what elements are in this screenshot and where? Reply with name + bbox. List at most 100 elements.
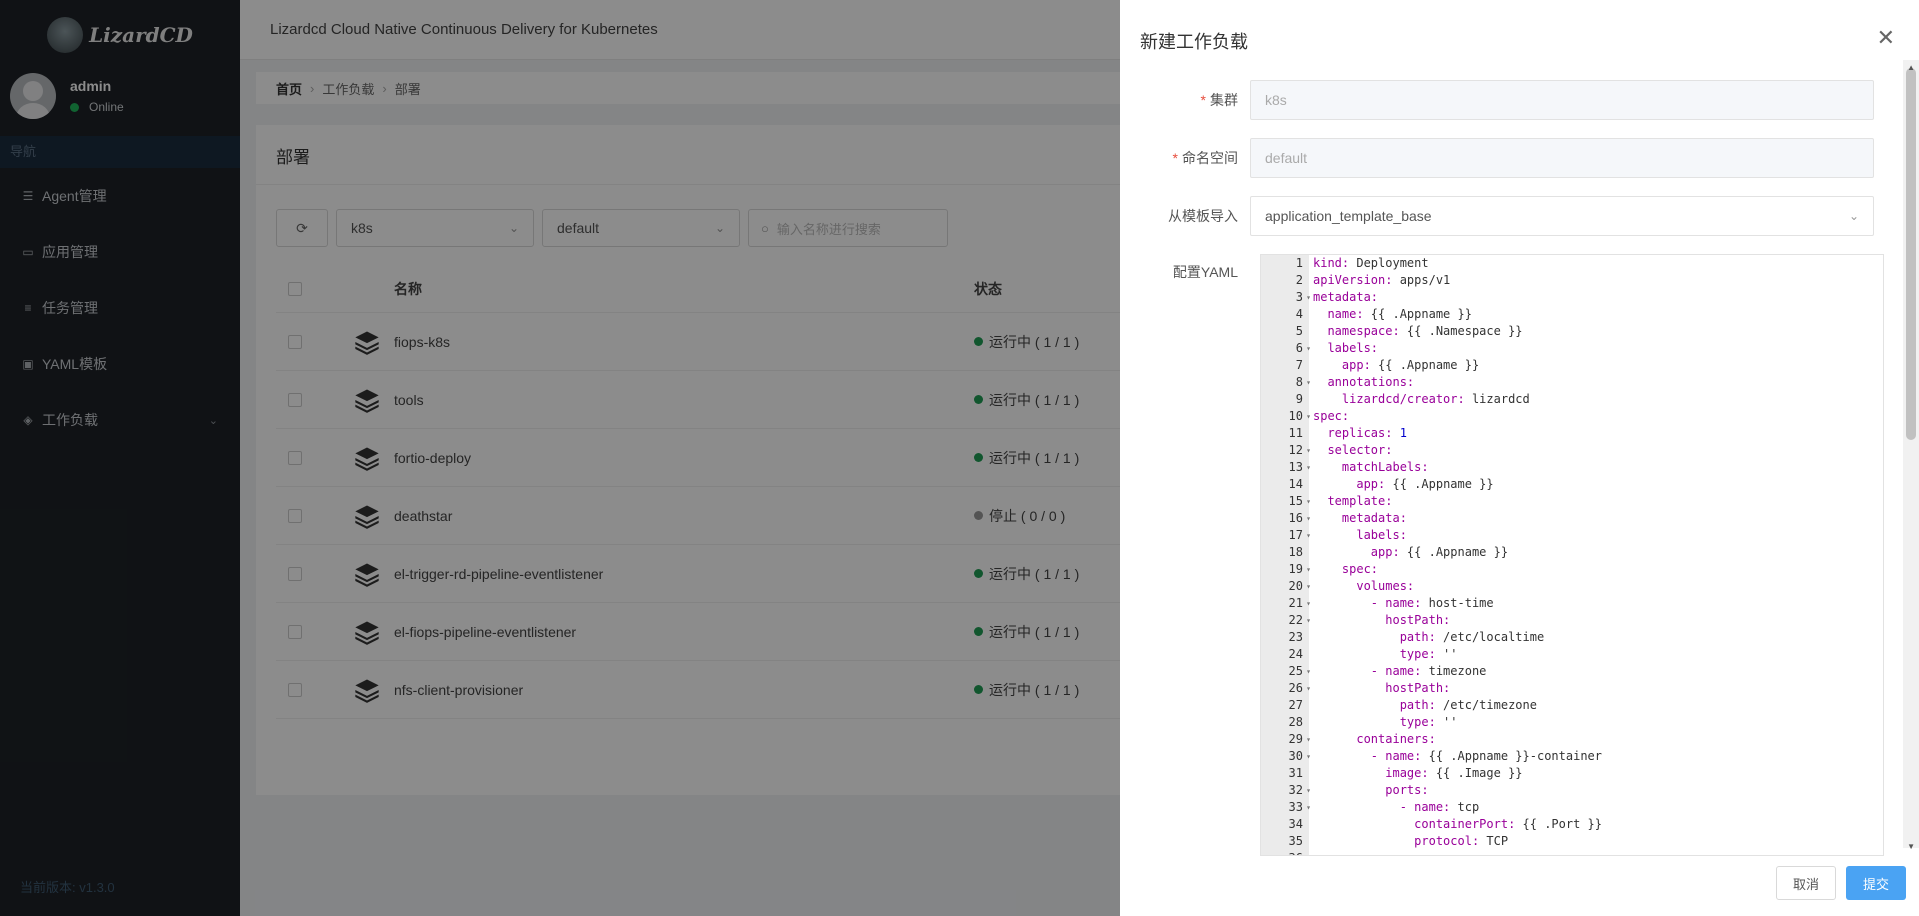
line-number: 34 bbox=[1288, 817, 1303, 831]
fold-arrow-icon[interactable]: ▾ bbox=[1306, 459, 1311, 476]
close-icon[interactable]: ✕ bbox=[1877, 27, 1895, 49]
code-text: labels: bbox=[1327, 341, 1379, 355]
line-number: 8 ▾ bbox=[1295, 374, 1311, 391]
fold-arrow-icon[interactable]: ▾ bbox=[1306, 663, 1311, 680]
code-text: path: /etc/localtime bbox=[1399, 630, 1545, 644]
modal-overlay[interactable] bbox=[0, 0, 1120, 916]
line-number: 10 ▾ bbox=[1288, 408, 1311, 425]
line-number: 28 bbox=[1288, 715, 1303, 729]
code-text: selector: bbox=[1327, 443, 1393, 457]
namespace-field-value: default bbox=[1265, 150, 1308, 166]
yaml-field-label: 配置YAML bbox=[1172, 264, 1238, 280]
line-number: 5 bbox=[1295, 324, 1303, 338]
fold-arrow-icon[interactable]: ▾ bbox=[1306, 374, 1311, 391]
code-text: resources: bbox=[1309, 850, 1457, 855]
line-number: 18 bbox=[1288, 545, 1303, 559]
code-text: image: {{ .Image }} bbox=[1385, 766, 1523, 780]
code-text: lizardcd/creator: lizardcd bbox=[1341, 392, 1530, 406]
line-number: 22 ▾ bbox=[1288, 612, 1311, 629]
fold-arrow-icon[interactable]: ▾ bbox=[1306, 510, 1311, 527]
cancel-button[interactable]: 取消 bbox=[1776, 866, 1836, 900]
fold-arrow-icon[interactable]: ▾ bbox=[1306, 289, 1311, 306]
line-number: 12 ▾ bbox=[1288, 442, 1311, 459]
submit-button[interactable]: 提交 bbox=[1846, 866, 1906, 900]
fold-arrow-icon[interactable]: ▾ bbox=[1306, 731, 1311, 748]
fold-arrow-icon[interactable]: ▾ bbox=[1306, 442, 1311, 459]
code-text: metadata: bbox=[1313, 290, 1379, 304]
code-text: protocol: TCP bbox=[1414, 834, 1509, 848]
editor-line: 32 ▾ ports: bbox=[1261, 782, 1883, 799]
line-number: 29 ▾ bbox=[1288, 731, 1311, 748]
code-text: ports: bbox=[1385, 783, 1429, 797]
code-text: - name: {{ .Appname }}-container bbox=[1370, 749, 1602, 763]
code-text: name: {{ .Appname }} bbox=[1327, 307, 1472, 321]
line-number: 23 bbox=[1288, 630, 1303, 644]
drawer-title: 新建工作负载 bbox=[1140, 32, 1248, 52]
fold-arrow-icon[interactable]: ▾ bbox=[1306, 799, 1311, 816]
line-number: 13 ▾ bbox=[1288, 459, 1311, 476]
editor-line: 29 ▾ containers: bbox=[1261, 731, 1883, 748]
code-text: labels: bbox=[1356, 528, 1407, 542]
editor-line: 36▾ resources: bbox=[1261, 850, 1883, 855]
cluster-field-label: * 集群 bbox=[1120, 90, 1250, 110]
line-number: 33 ▾ bbox=[1288, 799, 1311, 816]
fold-arrow-icon[interactable]: ▾ bbox=[1306, 578, 1311, 595]
fold-arrow-icon[interactable]: ▾ bbox=[1306, 408, 1311, 425]
editor-line: 22 ▾ hostPath: bbox=[1261, 612, 1883, 629]
editor-line: 24 type: '' bbox=[1261, 646, 1883, 663]
fold-arrow-icon[interactable]: ▾ bbox=[1306, 595, 1311, 612]
editor-line: 10 ▾ spec: bbox=[1261, 408, 1883, 425]
editor-line: 25 ▾ - name: timezone bbox=[1261, 663, 1883, 680]
cluster-field[interactable]: k8s bbox=[1250, 80, 1874, 120]
fold-arrow-icon[interactable]: ▾ bbox=[1306, 748, 1311, 765]
editor-line: 34 containerPort: {{ .Port }} bbox=[1261, 816, 1883, 833]
editor-line: 4 name: {{ .Appname }} bbox=[1261, 306, 1883, 323]
line-number: 20 ▾ bbox=[1288, 578, 1311, 595]
line-number: 35 bbox=[1288, 834, 1303, 848]
line-number: 16 ▾ bbox=[1288, 510, 1311, 527]
template-field-label: 从模板导入 bbox=[1168, 208, 1238, 224]
editor-line: 30 ▾ - name: {{ .Appname }}-container bbox=[1261, 748, 1883, 765]
editor-lines: 1 kind: Deployment 2 apiVersion: apps/v1 3 ▾ m… bbox=[1261, 255, 1883, 855]
code-text: app: {{ .Appname }} bbox=[1370, 545, 1509, 559]
editor-line: 31 image: {{ .Image }} bbox=[1261, 765, 1883, 782]
editor-line: 35 protocol: TCP bbox=[1261, 833, 1883, 850]
editor-line: 14 app: {{ .Appname }} bbox=[1261, 476, 1883, 493]
editor-line: 2 apiVersion: apps/v1 bbox=[1261, 272, 1883, 289]
cluster-field-row: * 集群 k8s bbox=[1120, 80, 1874, 120]
editor-line: 21 ▾ - name: host-time bbox=[1261, 595, 1883, 612]
line-number: 14 bbox=[1288, 477, 1303, 491]
line-number: 4 bbox=[1295, 307, 1303, 321]
code-text: metadata: bbox=[1341, 511, 1407, 525]
fold-arrow-icon[interactable]: ▾ bbox=[1306, 561, 1311, 578]
yaml-editor[interactable]: 1 kind: Deployment 2 apiVersion: apps/v1 3 ▾ m… bbox=[1260, 254, 1884, 856]
fold-arrow-icon[interactable]: ▾ bbox=[1306, 493, 1311, 510]
fold-arrow-icon[interactable]: ▾ bbox=[1306, 340, 1311, 357]
code-text: matchLabels: bbox=[1341, 460, 1429, 474]
namespace-field-row: * 命名空间 default bbox=[1120, 138, 1874, 178]
line-number: 1 bbox=[1295, 256, 1303, 270]
line-number: 36▾ bbox=[1261, 850, 1311, 855]
fold-arrow-icon[interactable]: ▾ bbox=[1306, 680, 1311, 697]
editor-line: 20 ▾ volumes: bbox=[1261, 578, 1883, 595]
code-text: hostPath: bbox=[1385, 681, 1451, 695]
fold-arrow-icon[interactable]: ▾ bbox=[1306, 527, 1311, 544]
editor-line: 9 lizardcd/creator: lizardcd bbox=[1261, 391, 1883, 408]
editor-line: 17 ▾ labels: bbox=[1261, 527, 1883, 544]
cluster-field-value: k8s bbox=[1265, 92, 1287, 108]
chevron-down-icon: ⌄ bbox=[1848, 209, 1859, 223]
template-select[interactable]: application_template_base ⌄ bbox=[1250, 196, 1874, 236]
editor-line: 28 type: '' bbox=[1261, 714, 1883, 731]
code-text: apiVersion: apps/v1 bbox=[1313, 273, 1451, 287]
scroll-down-icon[interactable]: ▼ bbox=[1907, 842, 1915, 851]
drawer-scrollbar-thumb[interactable] bbox=[1906, 68, 1916, 440]
code-text: - name: timezone bbox=[1370, 664, 1487, 678]
namespace-field[interactable]: default bbox=[1250, 138, 1874, 178]
scroll-up-icon[interactable]: ▲ bbox=[1907, 63, 1915, 72]
fold-arrow-icon[interactable]: ▾ bbox=[1306, 782, 1311, 799]
code-text: template: bbox=[1327, 494, 1393, 508]
fold-arrow-icon[interactable]: ▾ bbox=[1306, 612, 1311, 629]
namespace-label-text: 命名空间 bbox=[1182, 150, 1238, 166]
code-text: annotations: bbox=[1327, 375, 1415, 389]
fold-arrow-icon[interactable]: ▾ bbox=[1306, 850, 1311, 855]
